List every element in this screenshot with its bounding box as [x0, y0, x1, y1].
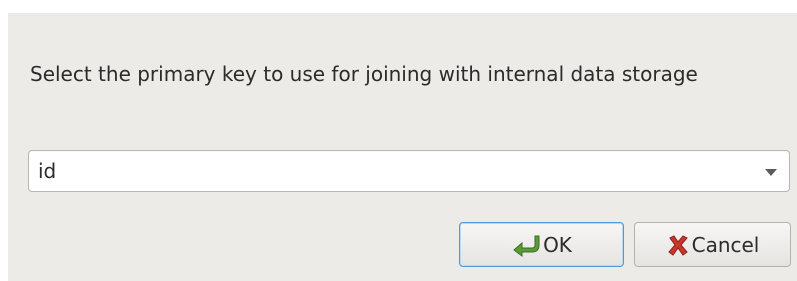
ok-button-label: OK [543, 232, 572, 257]
primary-key-select[interactable]: id [28, 150, 790, 192]
cancel-button-label: Cancel [691, 232, 760, 257]
cancel-x-icon [666, 233, 692, 257]
cancel-button[interactable]: Cancel [634, 222, 791, 267]
ok-arrow-icon [511, 233, 543, 257]
dialog-prompt: Select the primary key to use for joinin… [30, 62, 698, 86]
chevron-down-icon[interactable] [765, 169, 777, 176]
primary-key-select-value: id [38, 159, 57, 183]
ok-button[interactable]: OK [459, 222, 624, 267]
join-key-dialog: Select the primary key to use for joinin… [8, 13, 797, 281]
